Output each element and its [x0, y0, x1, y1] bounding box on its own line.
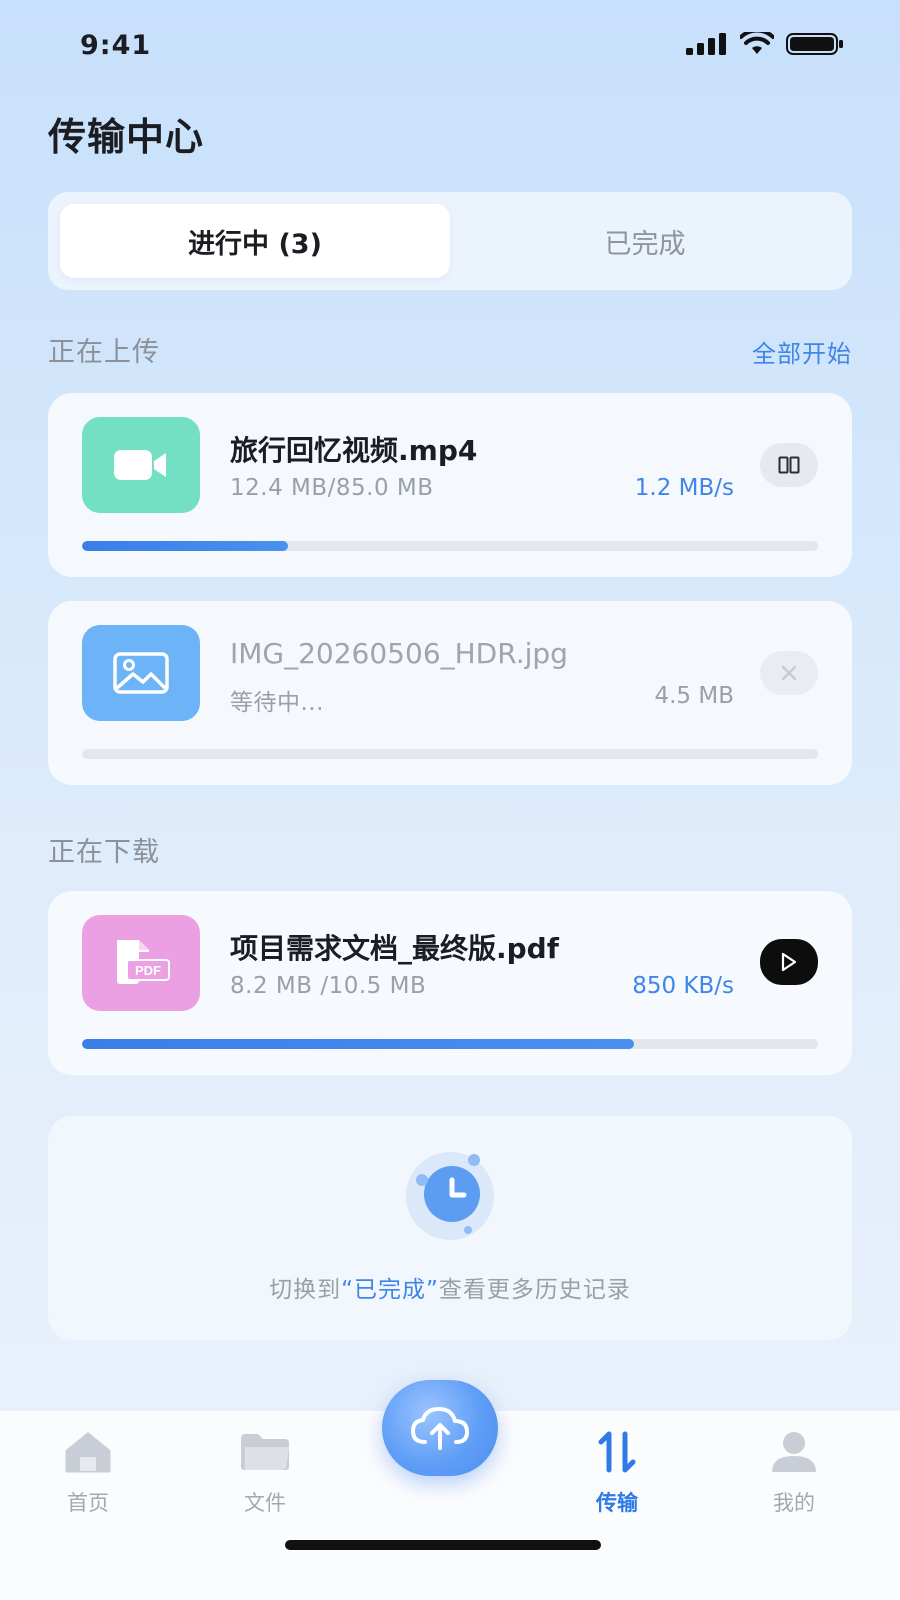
- pause-button[interactable]: [760, 443, 818, 487]
- progress-fill: [82, 1039, 634, 1049]
- transfer-tabs: 进行中 (3) 已完成: [48, 192, 852, 290]
- file-size: 8.2 MB /10.5 MB: [230, 973, 427, 999]
- cancel-button[interactable]: [760, 651, 818, 695]
- wifi-icon: [740, 32, 774, 54]
- pdf-file-icon: PDF: [82, 915, 200, 1011]
- tab-home[interactable]: 首页: [18, 1411, 158, 1517]
- tab-label: 传输: [596, 1491, 638, 1515]
- clock-icon: [400, 1152, 500, 1242]
- history-hint-text: 切换到“已完成”查看更多历史记录: [48, 1270, 852, 1304]
- video-camera-icon: [82, 417, 200, 513]
- history-hint-card: 切换到“已完成”查看更多历史记录: [48, 1116, 852, 1340]
- home-indicator: [285, 1540, 601, 1550]
- completed-link[interactable]: “已完成”: [341, 1277, 439, 1303]
- tab-in-progress[interactable]: 进行中 (3): [60, 204, 450, 278]
- file-size: 4.5 MB: [654, 683, 734, 709]
- tab-files[interactable]: 文件: [195, 1411, 335, 1517]
- status-time: 9:41: [80, 30, 152, 61]
- history-hint-suffix: 查看更多历史记录: [438, 1277, 631, 1303]
- pdf-label: PDF: [135, 963, 161, 978]
- play-icon: [781, 952, 797, 972]
- progress-bar: [82, 541, 818, 551]
- file-name: IMG_20260506_HDR.jpg: [230, 637, 568, 670]
- progress-bar: [82, 1039, 818, 1049]
- transfer-speed: 850 KB/s: [632, 973, 734, 999]
- transfer-item[interactable]: PDF 项目需求文档_最终版.pdf 8.2 MB /10.5 MB 850 K…: [48, 891, 852, 1075]
- tab-label: 我的: [773, 1491, 815, 1515]
- transfer-arrows-icon: [595, 1429, 639, 1475]
- tab-label: 文件: [244, 1491, 286, 1515]
- cellular-signal-icon: [686, 33, 726, 55]
- upload-button[interactable]: [382, 1380, 498, 1476]
- cloud-upload-icon: [411, 1407, 469, 1450]
- tab-mine[interactable]: 我的: [724, 1411, 864, 1517]
- transfer-item[interactable]: 旅行回忆视频.mp4 12.4 MB/85.0 MB 1.2 MB/s: [48, 393, 852, 577]
- page-title: 传输中心: [48, 115, 205, 159]
- progress-bar: [82, 749, 818, 759]
- image-icon: [82, 625, 200, 721]
- file-name: 项目需求文档_最终版.pdf: [230, 932, 559, 965]
- tab-label: 首页: [67, 1491, 109, 1515]
- folder-icon: [238, 1429, 292, 1475]
- file-size: 12.4 MB/85.0 MB: [230, 475, 434, 501]
- close-icon: [781, 665, 797, 681]
- pause-icon: [778, 456, 800, 474]
- file-name: 旅行回忆视频.mp4: [230, 434, 478, 467]
- transfer-speed: 1.2 MB/s: [634, 475, 734, 501]
- tab-transfer[interactable]: 传输: [547, 1411, 687, 1517]
- status-bar: 9:41: [0, 0, 900, 90]
- transfer-item[interactable]: IMG_20260506_HDR.jpg 等待中... 4.5 MB: [48, 601, 852, 785]
- resume-button[interactable]: [760, 939, 818, 985]
- user-icon: [769, 1429, 819, 1475]
- start-all-button[interactable]: 全部开始: [752, 334, 852, 369]
- tab-completed[interactable]: 已完成: [450, 204, 840, 278]
- status-icons: [686, 32, 844, 56]
- history-hint-prefix: 切换到: [269, 1277, 342, 1303]
- home-icon: [63, 1429, 113, 1475]
- file-status: 等待中...: [230, 690, 324, 716]
- battery-icon: [786, 33, 843, 55]
- downloading-section-label: 正在下载: [48, 837, 160, 868]
- progress-fill: [82, 541, 289, 551]
- uploading-section-label: 正在上传: [48, 337, 160, 368]
